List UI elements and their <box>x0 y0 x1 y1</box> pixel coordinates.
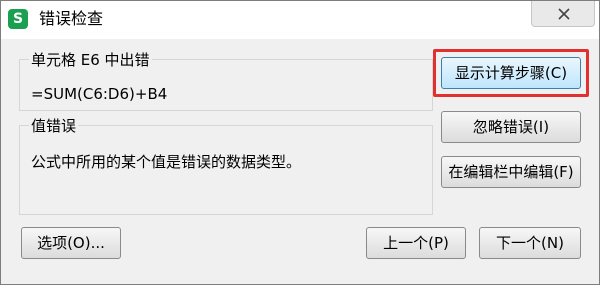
ignore-error-button[interactable]: 忽略错误(I) <box>441 111 581 143</box>
formula-text: =SUM(C6:D6)+B4 <box>31 85 168 103</box>
edit-in-formula-bar-button[interactable]: 在编辑栏中编辑(F) <box>441 156 581 188</box>
dialog-title: 错误检查 <box>39 9 104 28</box>
value-error-legend: 值错误 <box>29 117 79 135</box>
app-logo-icon: S <box>8 9 28 29</box>
previous-button[interactable]: 上一个(P) <box>366 227 466 259</box>
error-description: 公式中所用的某个值是错误的数据类型。 <box>31 153 302 171</box>
error-check-dialog: S 错误检查 单元格 E6 中出错 =SUM(C6:D6)+B4 值错误 公式中… <box>0 0 600 285</box>
cell-error-legend: 单元格 E6 中出错 <box>29 51 152 69</box>
next-button[interactable]: 下一个(N) <box>479 227 581 259</box>
highlight-box <box>433 49 589 97</box>
title-bar: S 错误检查 <box>1 1 599 39</box>
close-button[interactable] <box>531 1 595 27</box>
close-icon <box>558 8 570 20</box>
options-button[interactable]: 选项(O)... <box>21 227 121 259</box>
